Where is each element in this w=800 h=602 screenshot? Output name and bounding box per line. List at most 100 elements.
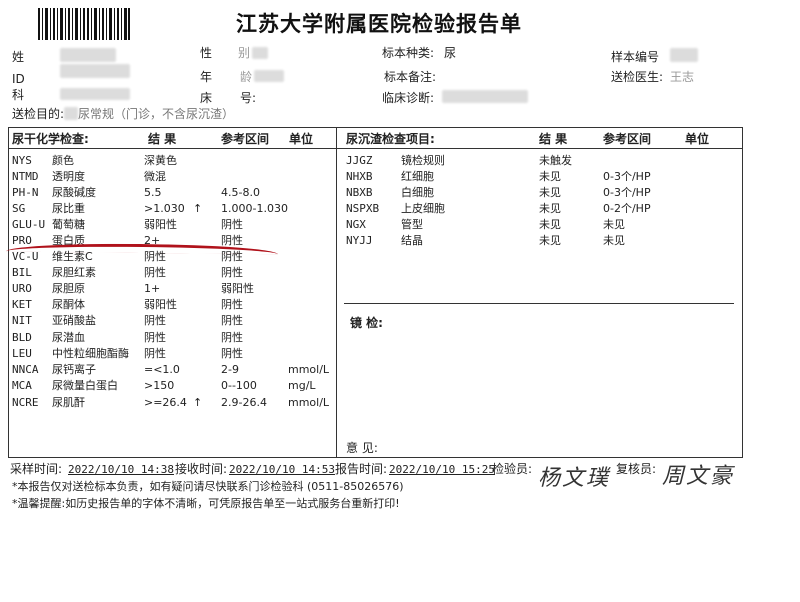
test-item-label: 送检目的: xyxy=(12,107,65,121)
test-name: 尿胆红素 xyxy=(52,266,96,279)
specimen-note-label: 标本备注: xyxy=(384,70,437,84)
right-col-result: 结 果 xyxy=(539,132,568,146)
reference-range: 阴性 xyxy=(221,298,243,311)
right-table-row: JJGZ 镜检规则 未触发 xyxy=(0,153,800,169)
result-value: 弱阳性 xyxy=(144,298,177,311)
reference-range: 0-2个/HP xyxy=(603,202,651,215)
unit: mmol/L xyxy=(288,396,330,409)
left-table-row: URO 尿胆原 1+ 弱阳性 xyxy=(0,281,800,297)
result-value: 1+ xyxy=(144,282,161,295)
left-col-result: 结 果 xyxy=(148,132,177,146)
lab-code: MCA xyxy=(12,379,32,392)
report-time-value: 2022/10/10 15:25 xyxy=(389,463,495,476)
reference-range: 未见 xyxy=(603,234,625,247)
table-header-border xyxy=(8,148,743,149)
left-table-row: MCA 尿微量白蛋白 >150 0--100 mg/L xyxy=(0,378,800,394)
left-table-row: BIL 尿胆红素 阴性 阴性 xyxy=(0,265,800,281)
left-table-row: NCRE 尿肌酐 >=26.4 ↑ 2.9-26.4 mmol/L xyxy=(0,395,800,411)
left-table-row: NNCA 尿钙离子 =<1.0 2-9 mmol/L xyxy=(0,362,800,378)
redacted-test-prefix xyxy=(64,107,78,120)
sample-no-label: 样本编号 xyxy=(611,50,660,64)
result-value: >150 xyxy=(144,379,175,392)
report-title: 江苏大学附属医院检验报告单 xyxy=(236,11,522,36)
test-name: 白细胞 xyxy=(401,186,434,199)
abnormal-flag: ↑ xyxy=(193,396,203,409)
gender-label: 性 xyxy=(200,46,213,60)
test-name: 镜检规则 xyxy=(401,154,445,167)
right-table-title: 尿沉渣检查项目: xyxy=(346,132,435,146)
reference-range: 阴性 xyxy=(221,266,243,279)
left-table-row: NIT 亚硝酸盐 阴性 阴性 xyxy=(0,313,800,329)
lab-code: NIT xyxy=(12,314,32,327)
collect-time-value: 2022/10/10 14:38 xyxy=(68,463,174,476)
right-col-unit: 单位 xyxy=(685,132,710,146)
lab-code: BLD xyxy=(12,331,32,344)
collect-time-label: 采样时间: xyxy=(10,462,63,476)
reference-range: 阴性 xyxy=(221,347,243,360)
left-col-unit: 单位 xyxy=(289,132,314,146)
lab-code: NNCA xyxy=(12,363,39,376)
unit: mmol/L xyxy=(288,363,330,376)
reference-range: 阴性 xyxy=(221,331,243,344)
reviewer-label: 复核员: xyxy=(616,462,657,476)
receive-time-value: 2022/10/10 14:53 xyxy=(229,463,335,476)
microscopy-label: 镜 检: xyxy=(350,316,383,330)
test-name: 尿微量白蛋白 xyxy=(52,379,118,392)
right-table-row: NBXB 白细胞 未见 0-3个/HP xyxy=(0,185,800,201)
reviewer-signature: 周文豪 xyxy=(662,464,735,489)
test-name: 中性粒细胞酯酶 xyxy=(52,347,129,360)
report-time-label: 报告时间: xyxy=(335,462,388,476)
right-table-row: NSPXB 上皮细胞 未见 0-2个/HP xyxy=(0,201,800,217)
result-value: 未见 xyxy=(539,218,561,231)
bed-label: 床 xyxy=(200,91,213,105)
id-label: ID xyxy=(12,72,25,86)
redacted-name xyxy=(60,48,116,62)
footer-note-2: *温馨提醒:如历史报告单的字体不清晰，可凭原报告单至一站式服务台重新打印! xyxy=(12,497,400,510)
right-table-row: NGX 管型 未见 未见 xyxy=(0,217,800,233)
test-name: 上皮细胞 xyxy=(401,202,445,215)
reference-range: 2-9 xyxy=(221,363,239,376)
left-table-row: LEU 中性粒细胞酯酶 阴性 阴性 xyxy=(0,346,800,362)
table-top-border xyxy=(8,127,743,128)
lab-code: NYJJ xyxy=(346,234,373,247)
test-name: 尿酮体 xyxy=(52,298,85,311)
redacted-gender xyxy=(252,47,268,59)
sender-value: 王志 xyxy=(670,70,695,84)
redacted-dept xyxy=(60,88,130,100)
redacted-id xyxy=(60,64,130,78)
test-item-value: 尿常规（门诊，不含尿沉渣） xyxy=(78,107,235,121)
lab-code: NBXB xyxy=(346,186,373,199)
result-value: 未见 xyxy=(539,202,561,215)
result-value: 未见 xyxy=(539,186,561,199)
result-value: =<1.0 xyxy=(144,363,180,376)
gender-value: 别 xyxy=(238,46,251,60)
reference-range: 弱阳性 xyxy=(221,282,254,295)
redacted-diagnosis xyxy=(442,90,528,103)
left-col-ref: 参考区间 xyxy=(221,132,270,146)
reference-range: 0-3个/HP xyxy=(603,186,651,199)
result-value: 阴性 xyxy=(144,266,166,279)
left-table-row: KET 尿酮体 弱阳性 阴性 xyxy=(0,297,800,313)
reference-range: 未见 xyxy=(603,218,625,231)
tester-signature: 杨文璞 xyxy=(538,466,611,491)
sender-label: 送检医生: xyxy=(611,70,664,84)
result-value: 未见 xyxy=(539,234,561,247)
left-table-row: BLD 尿潜血 阴性 阴性 xyxy=(0,330,800,346)
right-table-row: NHXB 红细胞 未见 0-3个/HP xyxy=(0,169,800,185)
test-name: 尿钙离子 xyxy=(52,363,96,376)
lab-code: NCRE xyxy=(12,396,39,409)
name-label: 姓 xyxy=(12,50,25,64)
lab-code: NGX xyxy=(346,218,366,231)
reference-range: 0--100 xyxy=(221,379,257,392)
reference-range: 0-3个/HP xyxy=(603,170,651,183)
right-table-row: NYJJ 结晶 未见 未见 xyxy=(0,233,800,249)
right-col-ref: 参考区间 xyxy=(603,132,652,146)
redacted-sample-no xyxy=(670,48,698,62)
age-label: 年 xyxy=(200,70,213,84)
dept-label: 科 xyxy=(12,88,25,102)
lab-code: URO xyxy=(12,282,32,295)
reference-range: 阴性 xyxy=(221,314,243,327)
lab-code: NHXB xyxy=(346,170,373,183)
test-name: 亚硝酸盐 xyxy=(52,314,96,327)
left-table-title: 尿干化学检查: xyxy=(12,132,89,146)
